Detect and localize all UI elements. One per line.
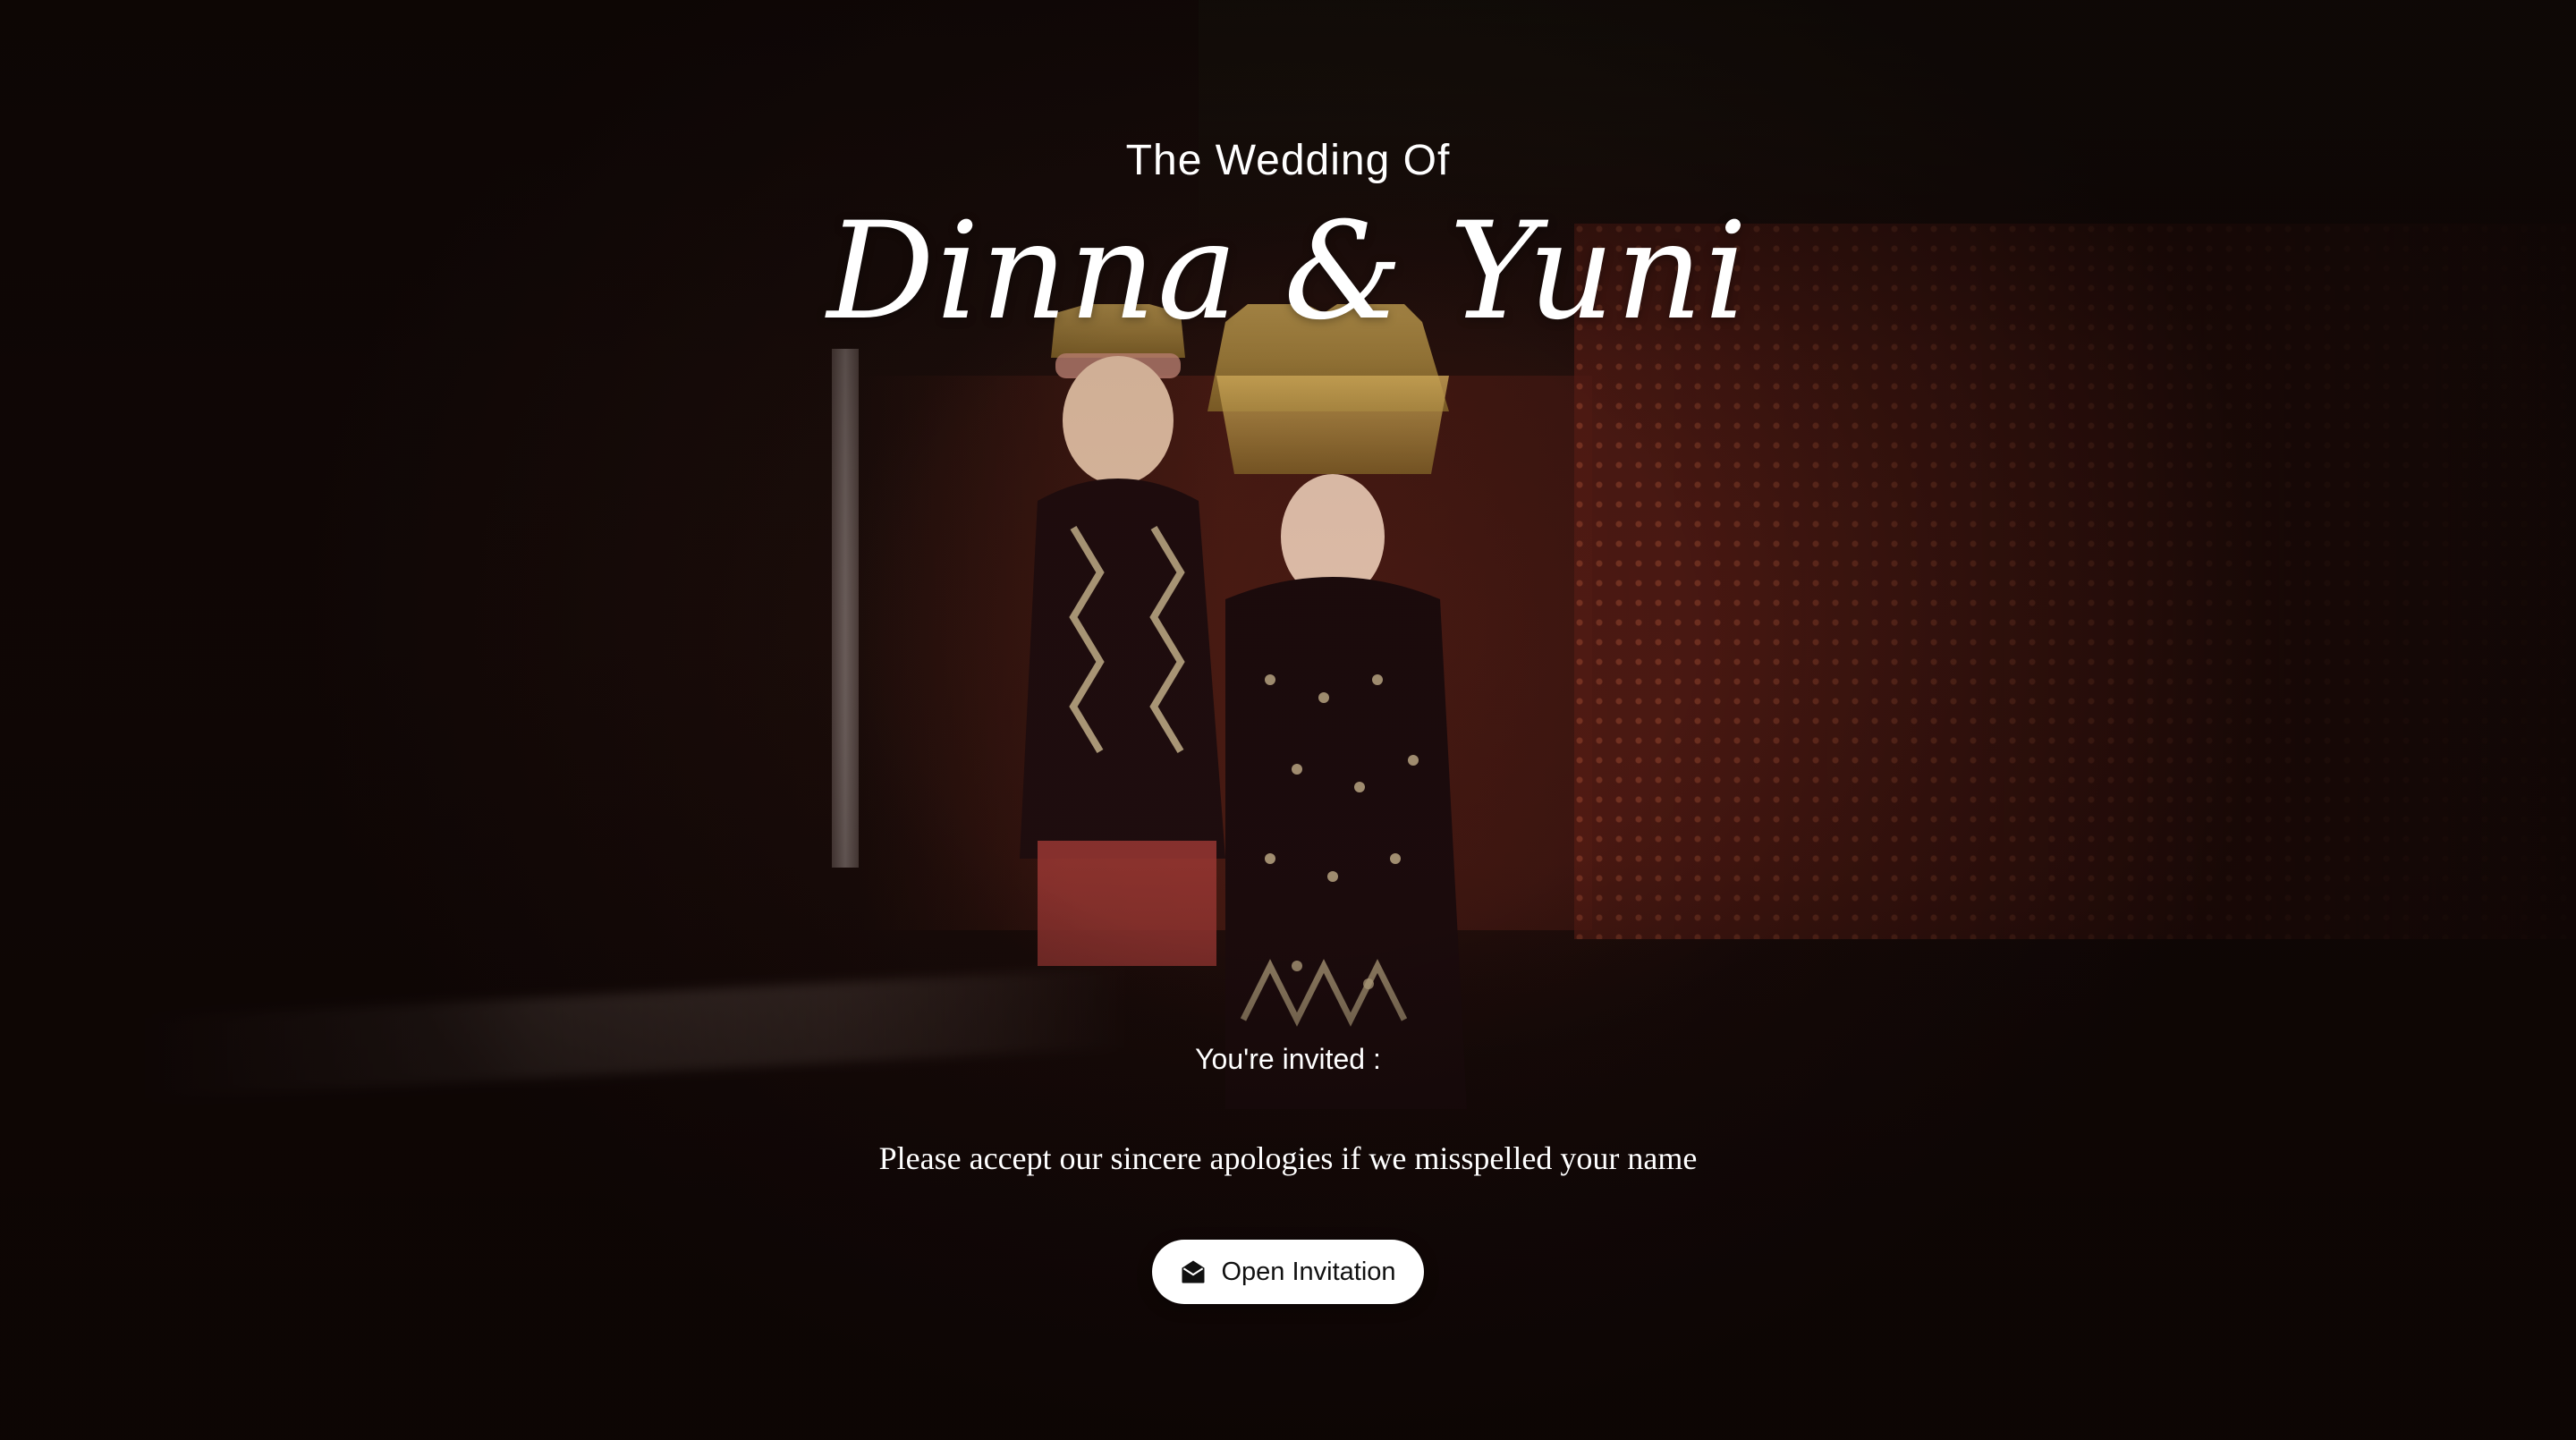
- wedding-pre-title: The Wedding Of: [1125, 137, 1451, 184]
- couple-names: Dinna & Yuni: [826, 194, 1750, 350]
- apology-text: Please accept our sincere apologies if w…: [878, 1140, 1698, 1176]
- open-invitation-label: Open Invitation: [1221, 1257, 1396, 1286]
- hero-content: The Wedding Of Dinna & Yuni You're invit…: [0, 0, 2576, 1440]
- invited-label: You're invited :: [1195, 1043, 1381, 1075]
- open-invitation-button[interactable]: Open Invitation: [1152, 1240, 1424, 1304]
- invitation-cover: The Wedding Of Dinna & Yuni You're invit…: [0, 0, 2576, 1440]
- envelope-open-icon: [1180, 1258, 1207, 1285]
